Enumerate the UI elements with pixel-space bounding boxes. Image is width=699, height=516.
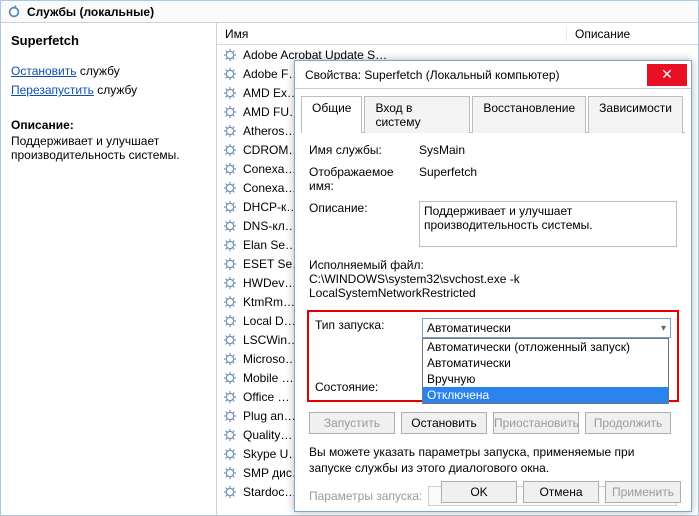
startup-type-value: Автоматически	[427, 321, 511, 335]
services-list-header: Имя Описание	[217, 23, 698, 45]
startup-highlight-box: Тип запуска: Автоматически ▾ Автоматичес…	[307, 310, 679, 402]
service-row-label: Mobile …	[243, 371, 294, 385]
tab-0[interactable]: Общие	[301, 96, 362, 133]
gear-icon	[223, 257, 237, 271]
gear-icon	[223, 105, 237, 119]
toolbar-title: Службы (локальные)	[27, 5, 154, 19]
service-name-label: Имя службы:	[309, 143, 419, 157]
service-row-label: HWDev…	[243, 276, 296, 290]
gear-icon	[223, 48, 237, 62]
resume-button[interactable]: Продолжить	[585, 412, 671, 434]
startup-option[interactable]: Вручную	[423, 371, 668, 387]
startup-type-label: Тип запуска:	[315, 318, 422, 338]
gear-icon	[223, 276, 237, 290]
restart-service-link[interactable]: Перезапустить	[11, 83, 94, 97]
apply-button[interactable]: Применить	[605, 481, 681, 503]
stop-service-link[interactable]: Остановить	[11, 64, 77, 78]
column-desc[interactable]: Описание	[567, 27, 698, 41]
left-detail-pane: Superfetch Остановить службу Перезапусти…	[1, 23, 217, 515]
gear-icon	[223, 428, 237, 442]
service-row-label: Office …	[243, 390, 289, 404]
service-row-label: CDROM…	[243, 143, 300, 157]
params-label: Параметры запуска:	[309, 489, 422, 503]
gear-icon	[223, 86, 237, 100]
selected-service-name: Superfetch	[11, 33, 206, 48]
startup-option[interactable]: Автоматически	[423, 355, 668, 371]
description-text: Поддерживает и улучшает производительнос…	[11, 134, 206, 162]
startup-type-combobox[interactable]: Автоматически ▾	[422, 318, 671, 338]
stop-service-line: Остановить службу	[11, 62, 206, 81]
pause-button[interactable]: Приостановить	[493, 412, 579, 434]
service-row-label: Conexa…	[243, 162, 296, 176]
service-row-label: Microso…	[243, 352, 297, 366]
service-row-label: Adobe F…	[243, 67, 300, 81]
gear-icon	[223, 333, 237, 347]
gear-icon	[223, 238, 237, 252]
chevron-down-icon: ▾	[661, 323, 666, 334]
executable-path: C:\WINDOWS\system32\svchost.exe -k Local…	[309, 272, 677, 300]
startup-option[interactable]: Отключена	[423, 387, 668, 403]
dialog-title: Свойства: Superfetch (Локальный компьюте…	[305, 68, 647, 82]
gear-icon	[223, 124, 237, 138]
gear-icon	[223, 200, 237, 214]
service-row-label: Plug an…	[243, 409, 296, 423]
dialog-tabs: ОбщиеВход в системуВосстановлениеЗависим…	[301, 95, 685, 133]
services-toolbar: Службы (локальные)	[1, 1, 698, 23]
service-name-value: SysMain	[419, 143, 677, 157]
service-properties-dialog: Свойства: Superfetch (Локальный компьюте…	[294, 60, 692, 512]
service-row-label: Stardoc…	[243, 485, 296, 499]
refresh-icon	[7, 5, 21, 19]
tab-1[interactable]: Вход в систему	[364, 96, 470, 133]
startup-type-dropdown[interactable]: Автоматически (отложенный запуск)Автомат…	[422, 338, 669, 404]
gear-icon	[223, 219, 237, 233]
service-row-label: Local D…	[243, 314, 296, 328]
column-name[interactable]: Имя	[217, 27, 567, 41]
startup-option[interactable]: Автоматически (отложенный запуск)	[423, 339, 668, 355]
gear-icon	[223, 371, 237, 385]
gear-icon	[223, 447, 237, 461]
dlg-description-label: Описание:	[309, 201, 419, 250]
gear-icon	[223, 67, 237, 81]
display-name-label: Отображаемое имя:	[309, 165, 419, 193]
ok-button[interactable]: OK	[441, 481, 517, 503]
gear-icon	[223, 181, 237, 195]
gear-icon	[223, 295, 237, 309]
gear-icon	[223, 466, 237, 480]
gear-icon	[223, 390, 237, 404]
close-button[interactable]: ✕	[647, 64, 687, 86]
description-label: Описание:	[11, 118, 206, 132]
service-row-label: DNS-кл…	[243, 219, 297, 233]
gear-icon	[223, 409, 237, 423]
display-name-value: Superfetch	[419, 165, 677, 193]
restart-service-line: Перезапустить службу	[11, 81, 206, 100]
tab-2[interactable]: Восстановление	[472, 96, 586, 133]
stop-button[interactable]: Остановить	[401, 412, 487, 434]
executable-label: Исполняемый файл:	[309, 258, 677, 272]
service-row-label: AMD Ex…	[243, 86, 299, 100]
service-row-label: Quality…	[243, 428, 292, 442]
gear-icon	[223, 352, 237, 366]
cancel-button[interactable]: Отмена	[523, 481, 599, 503]
start-button[interactable]: Запустить	[309, 412, 395, 434]
service-row-label: Conexa…	[243, 181, 296, 195]
gear-icon	[223, 485, 237, 499]
service-row-label: KtmRm…	[243, 295, 295, 309]
gear-icon	[223, 162, 237, 176]
dlg-description-textarea[interactable]	[419, 201, 677, 247]
close-icon: ✕	[661, 66, 673, 83]
service-row-label: Elan Se…	[243, 238, 297, 252]
state-label: Состояние:	[315, 380, 425, 394]
tab-3[interactable]: Зависимости	[588, 96, 683, 133]
gear-icon	[223, 314, 237, 328]
gear-icon	[223, 143, 237, 157]
service-row-label: AMD FU…	[243, 105, 301, 119]
service-row-label: Skype U…	[243, 447, 300, 461]
service-row-label: LSCWin…	[243, 333, 299, 347]
service-row-label: Atheros…	[243, 124, 296, 138]
service-row-label: DHCP-к…	[243, 200, 298, 214]
startup-note: Вы можете указать параметры запуска, при…	[309, 444, 677, 476]
